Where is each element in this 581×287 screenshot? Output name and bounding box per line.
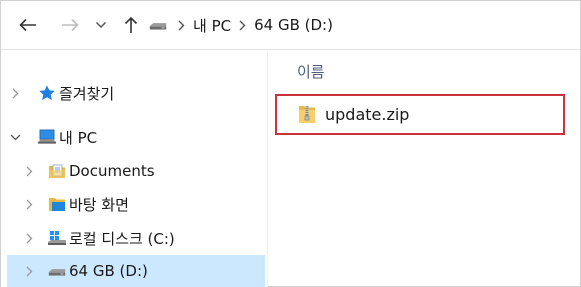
usb-drive-icon <box>47 261 67 281</box>
sidebar-item-label: 64 GB (D:) <box>69 262 148 280</box>
documents-folder-icon <box>47 161 67 181</box>
sidebar-item-label: 즐겨찾기 <box>59 84 115 103</box>
sidebar-item-label: 내 PC <box>59 128 98 147</box>
chevron-right-icon[interactable] <box>21 263 37 279</box>
sidebar-item-local-disk-c[interactable]: 로컬 디스크 (C:) <box>7 222 265 254</box>
navigation-bar: 내 PC 64 GB (D:) <box>1 1 580 50</box>
windows-drive-icon <box>47 228 67 248</box>
chevron-down-icon[interactable] <box>7 129 23 145</box>
breadcrumb: 내 PC 64 GB (D:) <box>148 12 333 38</box>
forward-button[interactable] <box>59 14 81 36</box>
breadcrumb-separator-icon[interactable] <box>239 20 246 31</box>
file-explorer-window: 내 PC 64 GB (D:) 즐겨찾기 내 PC Documents 바탕 화… <box>0 0 581 287</box>
sidebar-item-desktop[interactable]: 바탕 화면 <box>7 188 265 220</box>
pane-splitter[interactable] <box>267 51 268 287</box>
chevron-right-icon[interactable] <box>21 196 37 212</box>
breadcrumb-separator-icon[interactable] <box>178 20 185 31</box>
arrow-right-icon <box>62 18 79 32</box>
drive-icon[interactable] <box>148 15 168 35</box>
up-button[interactable] <box>121 14 141 36</box>
computer-icon <box>37 127 57 147</box>
back-button[interactable] <box>17 14 39 36</box>
star-icon <box>37 83 57 103</box>
chevron-down-icon <box>95 21 107 29</box>
sidebar-item-drive-d[interactable]: 64 GB (D:) <box>7 255 265 287</box>
sidebar-item-quick-access[interactable]: 즐겨찾기 <box>7 77 265 109</box>
sidebar-item-label: 로컬 디스크 (C:) <box>69 229 175 248</box>
arrow-left-icon <box>19 18 36 32</box>
sidebar-item-documents[interactable]: Documents <box>7 155 265 187</box>
breadcrumb-item-this-pc[interactable]: 내 PC <box>193 15 231 36</box>
chevron-right-icon[interactable] <box>21 230 37 246</box>
arrow-up-icon <box>124 16 138 33</box>
sidebar-item-label: Documents <box>69 162 155 180</box>
desktop-folder-icon <box>47 194 67 214</box>
breadcrumb-item-drive-d[interactable]: 64 GB (D:) <box>254 16 333 34</box>
highlight-box <box>275 94 565 135</box>
sidebar-item-this-pc[interactable]: 내 PC <box>7 121 265 153</box>
sidebar-item-label: 바탕 화면 <box>69 195 129 214</box>
chevron-right-icon[interactable] <box>7 85 23 101</box>
column-header-name[interactable]: 이름 <box>297 61 325 82</box>
chevron-right-icon[interactable] <box>21 163 37 179</box>
recent-locations-button[interactable] <box>93 14 109 36</box>
